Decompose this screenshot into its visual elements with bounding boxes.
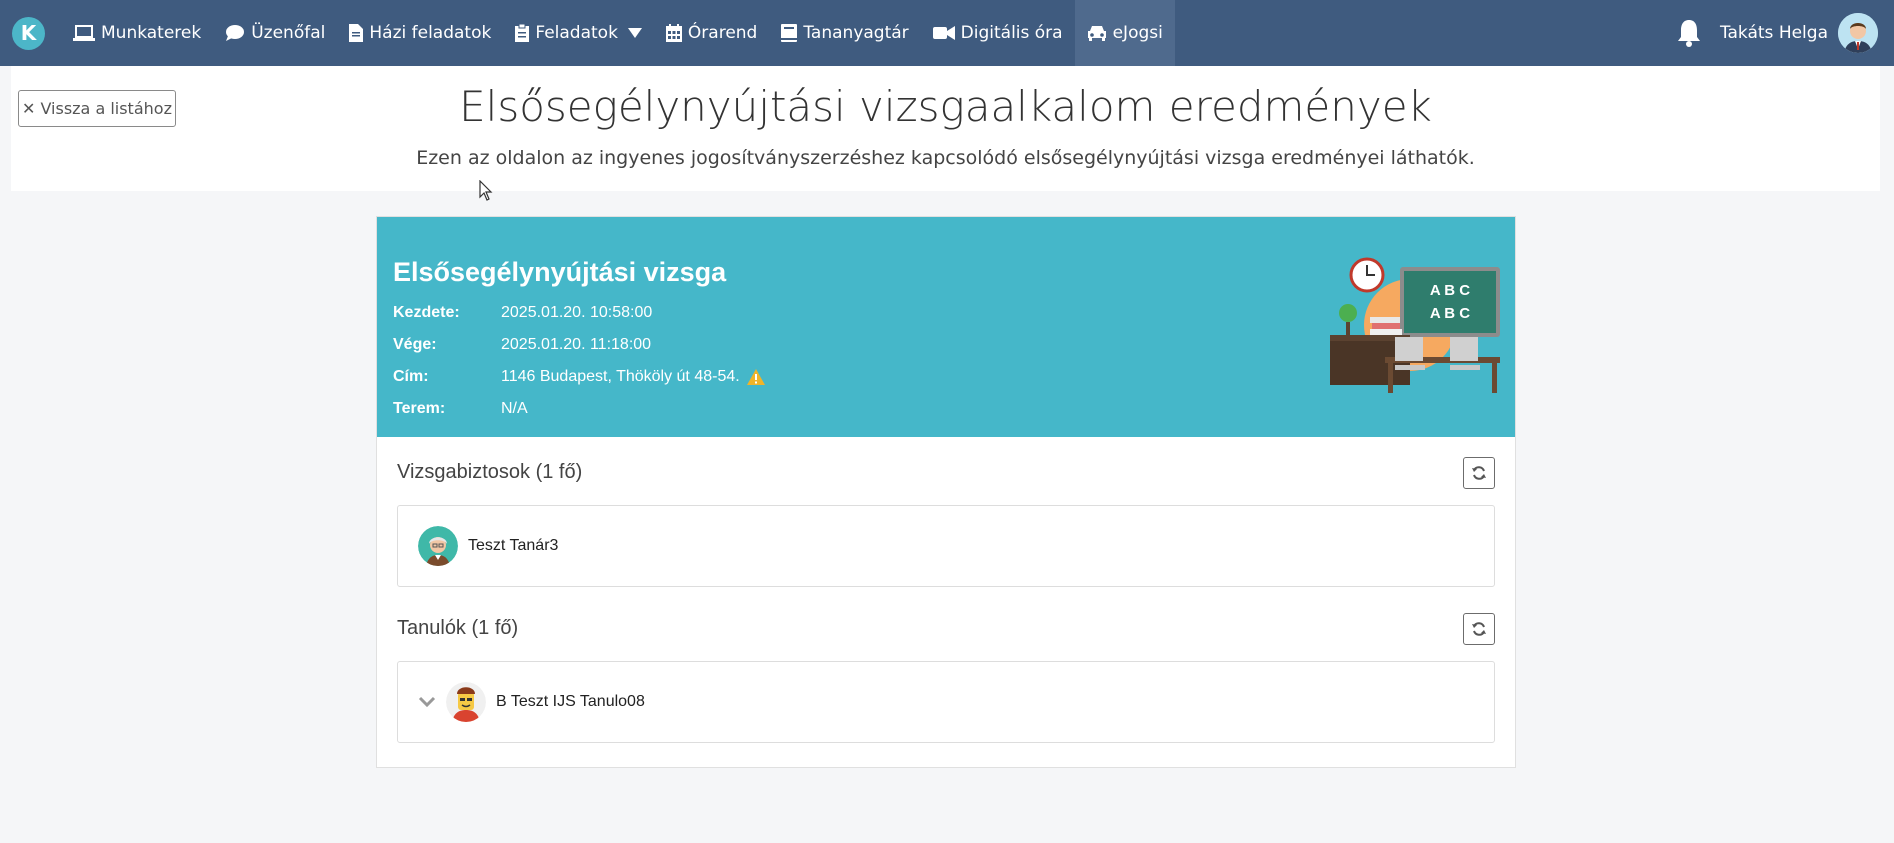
nav-item-digitalis-ora[interactable]: Digitális óra	[921, 0, 1075, 66]
file-icon	[349, 24, 364, 42]
nav-label: Munkaterek	[101, 23, 202, 43]
info-row-room: Terem: N/A	[393, 400, 528, 418]
list-item[interactable]: Teszt Tanár3	[397, 505, 1495, 587]
refresh-icon	[1472, 466, 1486, 480]
refresh-students-button[interactable]	[1463, 613, 1495, 645]
nav-label: Digitális óra	[960, 23, 1063, 43]
info-value-wrap: 1146 Budapest, Thököly út 48-54.	[501, 368, 766, 386]
nav-item-tananyagtar[interactable]: Tananyagtár	[769, 0, 920, 66]
info-row-end: Vége: 2025.01.20. 11:18:00	[393, 336, 651, 354]
page-subtitle: Ezen az oldalon az ingyenes jogosítványs…	[416, 147, 1475, 169]
nav-label: Üzenőfal	[251, 23, 326, 43]
supervisors-heading: Vizsgabiztosok (1 fő)	[397, 461, 583, 483]
nav-item-orarend[interactable]: Órarend	[654, 0, 769, 66]
top-navbar: K Munkaterek Üzenőfal Házi feladatok Fel…	[0, 0, 1894, 66]
warning-icon[interactable]	[746, 368, 766, 386]
user-name[interactable]: Takáts Helga	[1720, 23, 1828, 43]
nav-item-hazi-feladatok[interactable]: Házi feladatok	[337, 0, 503, 66]
chevron-down-icon[interactable]	[418, 696, 436, 708]
car-icon	[1087, 26, 1106, 41]
nav-label: Órarend	[687, 23, 758, 43]
nav-label: Házi feladatok	[369, 23, 492, 43]
person-name: B Teszt IJS Tanulo08	[496, 693, 645, 710]
exam-title: Elsősegélynyújtási vizsga	[393, 257, 727, 287]
refresh-supervisors-button[interactable]	[1463, 457, 1495, 489]
students-heading: Tanulók (1 fő)	[397, 617, 519, 639]
mouse-cursor-icon	[479, 180, 493, 201]
classroom-illustration: A B C A B C	[1330, 257, 1500, 393]
nav-item-ejogsi[interactable]: eJogsi	[1074, 0, 1175, 66]
video-camera-icon	[932, 26, 955, 40]
nav-item-munkaterek[interactable]: Munkaterek	[61, 0, 213, 66]
nav-label: Tananyagtár	[803, 23, 909, 43]
info-row-address: Cím: 1146 Budapest, Thököly út 48-54.	[393, 368, 766, 386]
clipboard-icon	[515, 24, 530, 42]
info-value: 2025.01.20. 11:18:00	[501, 336, 652, 353]
chevron-down-icon	[627, 28, 642, 38]
avatar	[418, 526, 458, 566]
board-text-line-1: A B C	[1430, 282, 1470, 299]
person-name: Teszt Tanár3	[468, 537, 559, 554]
info-label: Terem:	[393, 400, 446, 417]
info-label: Cím:	[393, 368, 429, 385]
info-row-start: Kezdete: 2025.01.20. 10:58:00	[393, 304, 652, 322]
bell-icon[interactable]	[1676, 18, 1702, 48]
page-header: ✕ Vissza a listához Elsősegélynyújtási v…	[11, 66, 1880, 191]
book-icon	[781, 24, 798, 42]
info-value: 1146 Budapest, Thököly út 48-54.	[501, 368, 740, 385]
avatar	[446, 682, 486, 722]
info-label: Vége:	[393, 336, 437, 353]
refresh-icon	[1472, 622, 1486, 636]
page-title: Elsősegélynyújtási vizsgaalkalom eredmén…	[459, 82, 1432, 131]
info-label: Kezdete:	[393, 304, 460, 321]
calendar-icon	[665, 24, 682, 42]
laptop-icon	[73, 25, 95, 41]
nav-label: eJogsi	[1112, 23, 1163, 43]
avatar[interactable]	[1838, 13, 1878, 53]
exam-banner: Elsősegélynyújtási vizsga Kezdete: 2025.…	[377, 217, 1515, 437]
exam-card: Elsősegélynyújtási vizsga Kezdete: 2025.…	[376, 216, 1516, 768]
brand-logo[interactable]: K	[12, 16, 45, 50]
nav-label: Feladatok	[535, 23, 618, 43]
nav-item-uzenofal[interactable]: Üzenőfal	[213, 0, 337, 66]
list-item[interactable]: B Teszt IJS Tanulo08	[397, 661, 1495, 743]
user-area: Takáts Helga	[1676, 0, 1894, 66]
comment-icon	[226, 25, 245, 41]
info-value: N/A	[501, 400, 528, 417]
info-value: 2025.01.20. 10:58:00	[501, 304, 653, 321]
nav-item-feladatok[interactable]: Feladatok	[503, 0, 654, 66]
board-text-line-2: A B C	[1430, 305, 1470, 322]
